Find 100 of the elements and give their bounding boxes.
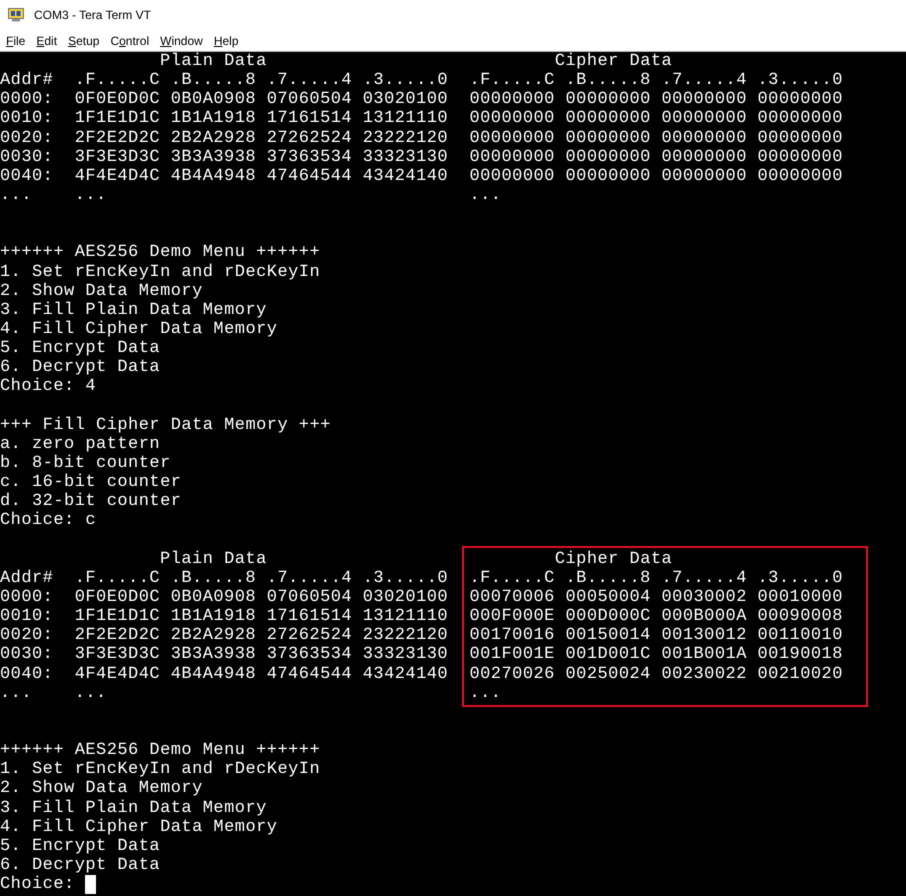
terminal-line: Choice: c	[0, 511, 96, 531]
address-label: 0000:	[0, 90, 54, 110]
column-heading: Plain Data	[160, 550, 267, 569]
hex-word: 00110010	[758, 626, 844, 646]
hex-word: ...	[74, 186, 108, 206]
address-label: ...	[0, 186, 34, 206]
menu-item[interactable]: File	[6, 34, 26, 48]
hex-word: 17161514	[266, 109, 354, 129]
column-heading: Cipher Data	[554, 550, 672, 569]
hex-word: 13121110	[362, 109, 450, 129]
hex-word: 27262524	[266, 128, 354, 148]
hex-word: 00000000	[758, 166, 844, 186]
terminal-line: 2. Show Data Memory	[0, 779, 203, 799]
hex-word: 00000000	[469, 109, 556, 129]
hex-word: 33323130	[362, 148, 450, 167]
hex-word: 00010000	[758, 588, 844, 608]
hex-word: 1F1E1D1C	[74, 109, 162, 129]
menu-item[interactable]: Window	[160, 34, 203, 48]
hex-word: 00000000	[662, 166, 748, 186]
menu-item[interactable]: Setup	[68, 34, 100, 48]
hex-word: 4F4E4D4C	[74, 664, 162, 684]
hex-word: 37363534	[266, 148, 354, 167]
hex-word: .7.....4	[662, 568, 748, 588]
hex-word: 000F000E	[469, 607, 556, 626]
hex-word: ...	[74, 684, 108, 703]
terminal-line: 5. Encrypt Data	[0, 339, 160, 358]
terminal-line: +++ Fill Cipher Data Memory +++	[0, 416, 331, 435]
hex-word: 00070006	[469, 588, 556, 608]
column-heading: Cipher Data	[554, 52, 672, 72]
terminal-line: a. zero pattern	[0, 434, 160, 454]
hex-word: 00250024	[565, 664, 652, 684]
hex-word: 00000000	[469, 148, 556, 167]
hex-word: 00190018	[758, 645, 844, 665]
hex-word: 2B2A2928	[170, 626, 258, 646]
hex-word: 0F0E0D0C	[74, 90, 162, 110]
hex-word: 00030002	[662, 588, 748, 608]
hex-word: 00090008	[758, 607, 844, 626]
hex-word: .F.....C	[469, 568, 556, 588]
hex-word: .3.....0	[362, 71, 450, 90]
hex-word: 33323130	[362, 645, 450, 665]
menu-item[interactable]: Help	[214, 34, 239, 48]
terminal-line: 1. Set rEncKeyIn and rDecKeyIn	[0, 262, 320, 282]
hex-word: 1F1E1D1C	[74, 607, 162, 626]
terminal-line: 6. Decrypt Data	[0, 856, 160, 876]
hex-word: 00000000	[662, 128, 748, 148]
hex-word: 2F2E2D2C	[74, 128, 162, 148]
terminal-line: Choice: 4	[0, 377, 96, 397]
hex-word: 000B000A	[662, 607, 748, 626]
hex-word: 2F2E2D2C	[74, 626, 162, 646]
column-heading: Plain Data	[160, 52, 267, 72]
hex-word: 00000000	[469, 166, 556, 186]
hex-word: .3.....0	[758, 71, 844, 90]
address-label: 0010:	[0, 607, 54, 626]
menu-item[interactable]: Control	[110, 34, 150, 48]
hex-word: 1B1A1918	[170, 607, 258, 626]
hex-word: .B.....8	[565, 71, 652, 90]
hex-word: 001D001C	[565, 645, 652, 665]
terminal-line: b. 8-bit counter	[0, 454, 171, 474]
hex-word: 00000000	[758, 90, 844, 110]
hex-word: 00000000	[662, 90, 748, 110]
hex-word: 23222120	[362, 128, 450, 148]
hex-word: .B.....8	[565, 568, 652, 588]
terminal-line: 1. Set rEncKeyIn and rDecKeyIn	[0, 760, 320, 780]
address-label: 0040:	[0, 166, 54, 186]
hex-word: .7.....4	[662, 71, 748, 90]
hex-word: 00000000	[662, 109, 748, 129]
hex-word: 43424140	[362, 166, 450, 186]
hex-word: 4F4E4D4C	[74, 166, 162, 186]
hex-word: .F.....C	[469, 71, 556, 90]
terminal-line: 4. Fill Cipher Data Memory	[0, 818, 278, 837]
hex-word: 00150014	[565, 626, 652, 646]
hex-word: 07060504	[266, 90, 354, 110]
hex-word: 3F3E3D3C	[74, 645, 162, 665]
hex-word: ...	[469, 186, 502, 206]
terminal-line: 2. Show Data Memory	[0, 282, 203, 301]
address-label: 0020:	[0, 626, 54, 646]
hex-word: 3B3A3938	[170, 645, 258, 665]
address-label: 0030:	[0, 148, 54, 167]
hex-word: 27262524	[266, 626, 354, 646]
terminal-line: 3. Fill Plain Data Memory	[0, 300, 267, 320]
hex-word: 00230022	[662, 664, 748, 684]
address-label: 0010:	[0, 109, 54, 129]
hex-word: 001F001E	[469, 645, 556, 665]
hex-word: 0B0A0908	[170, 588, 258, 608]
hex-word: .3.....0	[758, 568, 844, 588]
terminal-line: c. 16-bit counter	[0, 473, 182, 492]
hex-word: 00000000	[758, 109, 844, 129]
hex-word: .B.....8	[170, 568, 258, 588]
address-label: Addr#	[0, 568, 54, 588]
hex-word: 0B0A0908	[170, 90, 258, 110]
menu-item[interactable]: Edit	[36, 34, 58, 48]
address-label: Addr#	[0, 71, 54, 90]
terminal-line: d. 32-bit counter	[0, 492, 182, 512]
hex-word: .F.....C	[74, 568, 162, 588]
hex-word: 47464544	[266, 166, 354, 186]
hex-word: 00270026	[469, 664, 556, 684]
hex-word: 13121110	[362, 607, 450, 626]
hex-word: 1B1A1918	[170, 109, 258, 129]
address-label: 0030:	[0, 645, 54, 665]
hex-word: 00170016	[469, 626, 556, 646]
